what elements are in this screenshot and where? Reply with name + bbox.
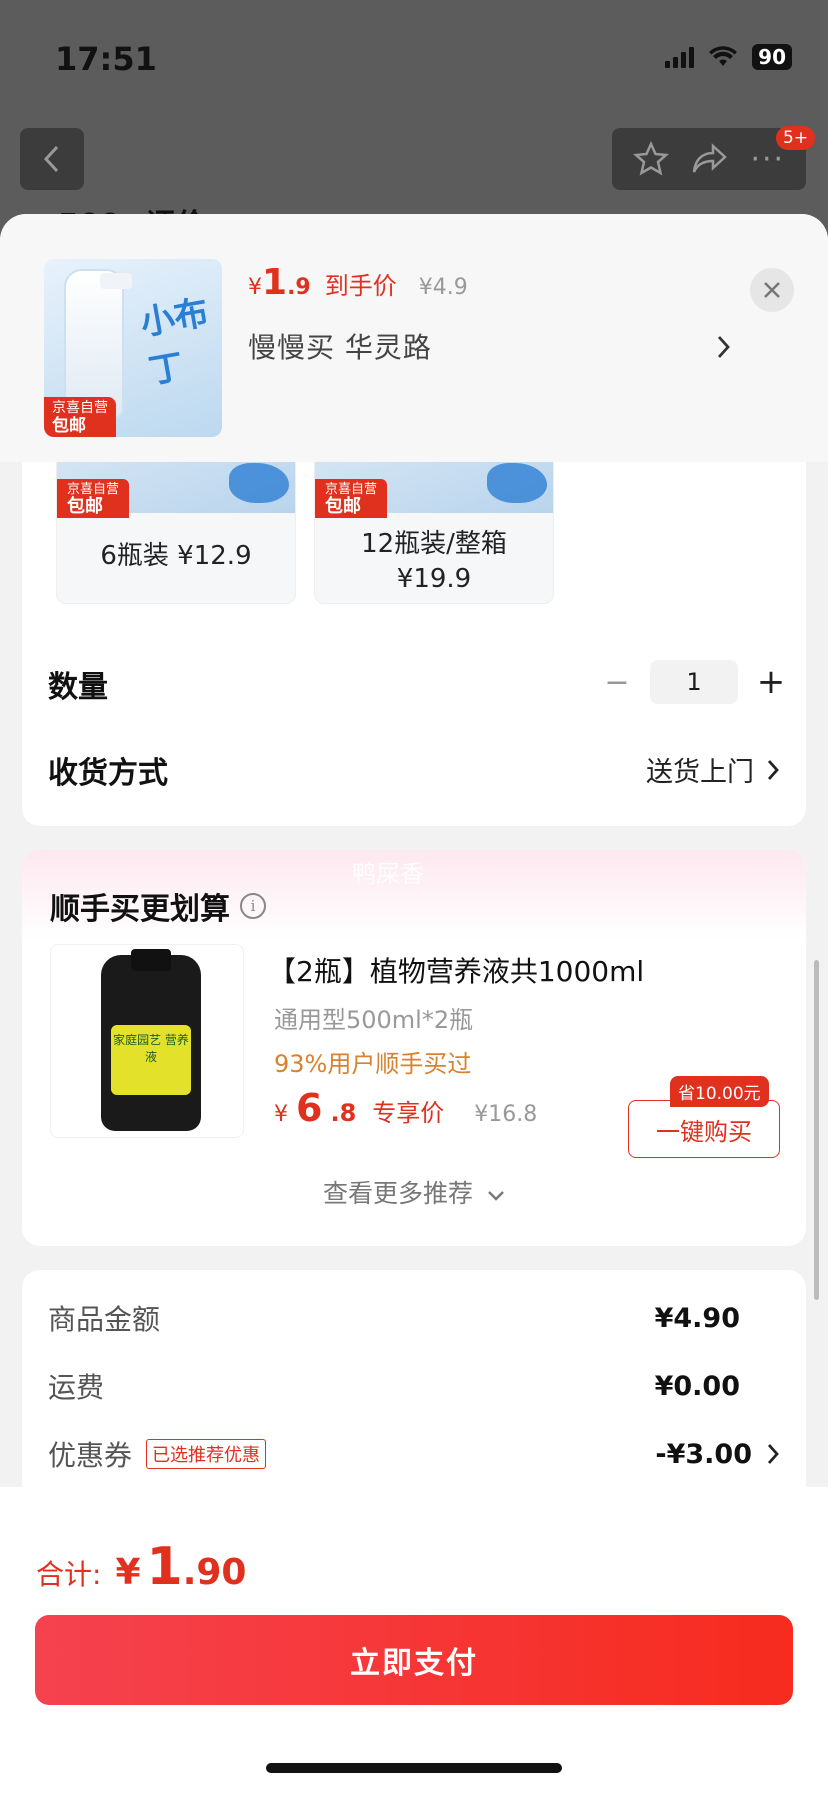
- price-label: 专享价: [372, 1099, 445, 1127]
- recommended-product-spec: 通用型500ml*2瓶: [274, 1006, 474, 1034]
- close-icon: [764, 282, 780, 298]
- share-icon[interactable]: [691, 142, 729, 176]
- coupon-row[interactable]: 优惠券 已选推荐优惠 -¥3.00: [48, 1434, 780, 1474]
- recommended-product-title[interactable]: 【2瓶】植物营养液共1000ml: [268, 950, 644, 990]
- tag-bottom-text: 包邮: [325, 496, 361, 517]
- tag-top-text: 京喜自营: [52, 400, 108, 416]
- coupon-value: -¥3.00: [655, 1438, 752, 1470]
- header-price: ¥1.9 到手价 ¥4.9: [248, 262, 468, 303]
- sheet-header: 小布丁 京喜自营 包邮 ¥1.9 到手价 ¥4.9 慢慢买 华灵路: [0, 214, 828, 462]
- spec-option-label: 6瓶装 ¥12.9: [100, 541, 252, 571]
- delivery-label: 收货方式: [48, 756, 168, 791]
- brand-logo: 小布丁: [137, 292, 212, 393]
- coupon-label-text: 优惠券: [48, 1439, 133, 1472]
- delivery-value: 送货上门: [646, 757, 754, 788]
- self-operated-tag: 京喜自营 包邮: [315, 479, 388, 518]
- self-operated-tag: 京喜自营 包邮: [44, 397, 116, 437]
- signal-icon: [665, 46, 695, 68]
- back-button[interactable]: [20, 128, 84, 190]
- chevron-down-icon: [488, 1191, 504, 1201]
- tag-bottom-text: 包邮: [67, 496, 103, 517]
- quantity-label: 数量: [48, 670, 108, 705]
- shipping-label: 运费: [48, 1371, 105, 1404]
- recommendation-card: 鸭屎香 顺手买更划算 i 家庭园艺 营养液 【2瓶】植物营养液共1000ml 通…: [22, 850, 806, 1246]
- tag-bottom-text: 包邮: [52, 416, 86, 436]
- watermark-text: 鸭屎香: [352, 860, 424, 888]
- bottle-label: 家庭园艺 营养液: [111, 1025, 191, 1095]
- goods-amount-value: ¥4.90: [654, 1302, 740, 1334]
- total-integer: 1: [146, 1537, 183, 1597]
- decrease-button[interactable]: −: [592, 665, 642, 700]
- original-price: ¥4.9: [418, 275, 468, 300]
- total-decimal: .90: [182, 1552, 247, 1593]
- quantity-stepper: − 1 +: [592, 660, 796, 704]
- price-integer: 1: [262, 262, 288, 303]
- price-yen: ¥: [248, 275, 262, 300]
- recommendation-title-text: 顺手买更划算: [50, 892, 230, 927]
- selected-spec[interactable]: 慢慢买 华灵路: [248, 326, 432, 366]
- status-time: 17:51: [55, 40, 157, 78]
- coupon-label: 优惠券 已选推荐优惠: [48, 1434, 267, 1474]
- spec-option-label-line2: ¥19.9: [396, 564, 472, 594]
- product-thumbnail: 小布丁 京喜自营 包邮: [44, 259, 222, 437]
- quantity-input[interactable]: 1: [650, 660, 738, 704]
- price-label: 到手价: [324, 272, 397, 300]
- bought-together-text: 93%用户顺手买过: [274, 1050, 472, 1078]
- shipping-value: ¥0.00: [654, 1370, 740, 1402]
- wifi-icon: [709, 46, 738, 66]
- chevron-right-icon[interactable]: [716, 334, 732, 360]
- original-price: ¥16.8: [474, 1102, 538, 1127]
- chevron-right-icon: [767, 1444, 779, 1464]
- spec-option-label: 12瓶装/整箱 ¥19.9: [315, 527, 553, 597]
- total-label: 合计:: [36, 1558, 102, 1591]
- more-recommendations-link[interactable]: 查看更多推荐: [22, 1174, 806, 1210]
- checkout-footer: 合计: ¥ 1 .90 立即支付: [0, 1487, 828, 1793]
- price-decimal: .9: [287, 275, 311, 300]
- price-decimal: .8: [330, 1099, 357, 1127]
- total-yen: ¥: [115, 1552, 141, 1593]
- recommended-product-image[interactable]: 家庭园艺 营养液: [50, 944, 244, 1138]
- recommendation-title: 顺手买更划算 i: [50, 884, 266, 928]
- more-recommendations-text: 查看更多推荐: [323, 1179, 474, 1208]
- scrollbar[interactable]: [814, 960, 819, 1300]
- status-bar: 17:51 90: [0, 0, 828, 120]
- increase-button[interactable]: +: [746, 662, 796, 702]
- info-icon[interactable]: i: [240, 893, 266, 919]
- coupon-tag: 已选推荐优惠: [146, 1439, 267, 1469]
- chevron-left-icon: [43, 145, 59, 173]
- price-yen: ¥: [274, 1102, 288, 1127]
- shipping-row: 运费 ¥0.00: [48, 1366, 780, 1406]
- delivery-selector[interactable]: 送货上门: [646, 750, 780, 789]
- chevron-right-icon: [767, 759, 779, 780]
- total-price: 合计: ¥ 1 .90: [36, 1537, 246, 1597]
- home-indicator: [266, 1763, 562, 1773]
- self-operated-tag: 京喜自营 包邮: [57, 479, 130, 518]
- save-badge: 省10.00元: [670, 1076, 769, 1107]
- battery-icon: 90: [752, 44, 792, 70]
- recommended-product-price: ¥6.8 专享价 ¥16.8: [274, 1086, 537, 1130]
- close-button[interactable]: [750, 268, 794, 312]
- message-badge: 5+: [776, 126, 816, 150]
- spec-option-label-line1: 12瓶装/整箱: [361, 529, 507, 559]
- pay-now-button[interactable]: 立即支付: [35, 1615, 793, 1705]
- goods-amount-label: 商品金额: [48, 1303, 161, 1336]
- one-click-buy-button[interactable]: 一键购买: [628, 1100, 780, 1158]
- price-integer: 6: [296, 1086, 323, 1130]
- goods-amount-row: 商品金额 ¥4.90: [48, 1298, 780, 1338]
- status-icons: 90: [665, 44, 792, 70]
- bottle-graphic: 家庭园艺 营养液: [101, 949, 201, 1131]
- star-icon[interactable]: [632, 141, 669, 177]
